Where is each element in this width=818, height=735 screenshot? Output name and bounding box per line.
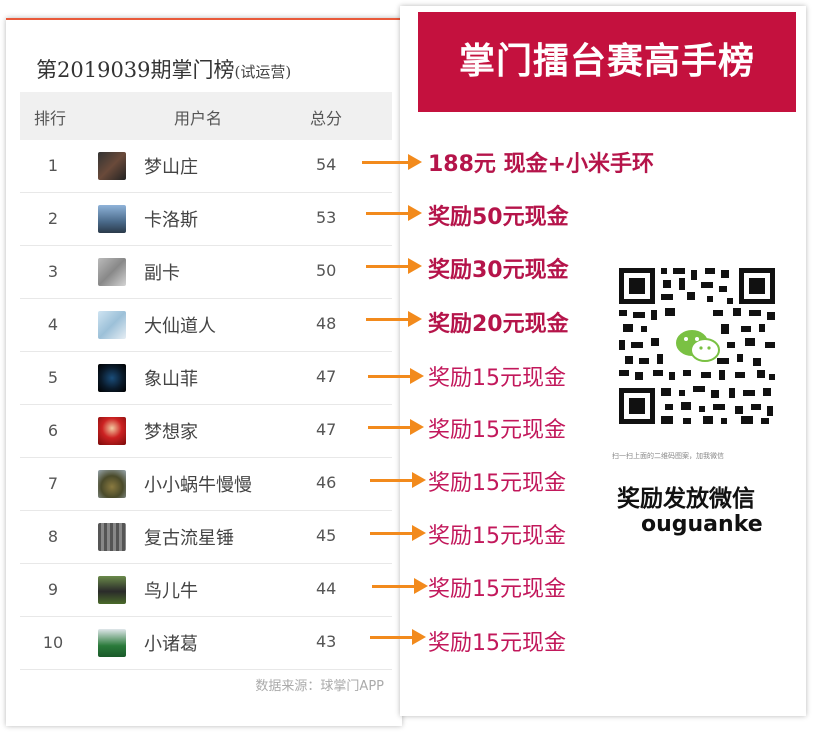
board-title-text: 第2019039期掌门榜 (36, 58, 235, 82)
row-score: 44 (316, 579, 337, 598)
avatar (98, 470, 126, 498)
row-score: 48 (316, 314, 337, 333)
wechat-icon (674, 328, 720, 362)
arrow-icon (366, 205, 422, 221)
reward-label: 奖励50元现金 (428, 205, 569, 230)
row-username: 复古流星锤 (144, 528, 234, 549)
arrow-icon (368, 368, 424, 384)
avatar (98, 523, 126, 551)
avatar (98, 258, 126, 286)
board-title-note: (试运营) (234, 63, 292, 81)
row-username: 副卡 (144, 263, 180, 284)
leaderboard-card: 第2019039期掌门榜(试运营) 排行 用户名 总分 1 梦山庄 54 2 卡… (6, 18, 402, 726)
row-rank: 3 (47, 262, 59, 281)
row-rank: 9 (47, 580, 59, 599)
table-header: 排行 用户名 总分 (20, 92, 392, 140)
reward-label: 奖励20元现金 (428, 312, 569, 337)
row-score: 54 (316, 155, 337, 174)
table-row[interactable]: 9 鸟儿牛 44 (20, 564, 392, 617)
arrow-icon (362, 154, 422, 170)
reward-label: 188元 现金+小米手环 (428, 152, 655, 177)
row-username: 象山菲 (144, 369, 198, 390)
row-username: 小小蜗牛慢慢 (144, 475, 252, 496)
row-rank: 6 (47, 421, 59, 440)
table-row[interactable]: 7 小小蜗牛慢慢 46 (20, 458, 392, 511)
reward-label: 奖励15元现金 (428, 471, 566, 496)
arrow-icon (366, 258, 422, 274)
row-score: 47 (316, 420, 337, 439)
row-username: 大仙道人 (144, 316, 216, 337)
avatar (98, 629, 126, 657)
arrow-icon (368, 419, 424, 435)
table-row[interactable]: 5 象山菲 47 (20, 352, 392, 405)
avatar (98, 417, 126, 445)
wechat-title: 奖励发放微信 (617, 486, 755, 512)
reward-label: 奖励15元现金 (428, 577, 566, 602)
table-row[interactable]: 3 副卡 50 (20, 246, 392, 299)
table-row[interactable]: 4 大仙道人 48 (20, 299, 392, 352)
table-row[interactable]: 1 梦山庄 54 (20, 140, 392, 193)
table-row[interactable]: 8 复古流星锤 45 (20, 511, 392, 564)
row-score: 45 (316, 526, 337, 545)
avatar (98, 364, 126, 392)
reward-label: 奖励15元现金 (428, 524, 566, 549)
avatar (98, 152, 126, 180)
row-username: 梦山庄 (144, 157, 198, 178)
row-rank: 8 (47, 527, 59, 546)
column-rank: 排行 (34, 109, 67, 128)
row-rank: 1 (47, 156, 59, 175)
arrow-icon (366, 311, 422, 327)
arrow-icon (370, 629, 426, 645)
qr-caption: 扫一扫上面的二维码图案，加我微信 (612, 452, 724, 460)
row-username: 鸟儿牛 (144, 581, 198, 602)
row-username: 梦想家 (144, 422, 198, 443)
row-rank: 5 (47, 368, 59, 387)
reward-label: 奖励15元现金 (428, 366, 566, 391)
row-rank: 2 (47, 209, 59, 228)
row-rank: 10 (42, 633, 64, 652)
reward-label: 奖励15元现金 (428, 631, 566, 656)
row-rank: 7 (47, 474, 59, 493)
column-username: 用户名 (174, 109, 223, 128)
arrow-icon (372, 578, 428, 594)
board-title: 第2019039期掌门榜(试运营) (36, 54, 291, 84)
row-score: 43 (316, 632, 337, 651)
promo-banner: 掌门擂台赛高手榜 (418, 12, 796, 112)
arrow-icon (370, 472, 426, 488)
wechat-id: ouguanke (641, 512, 763, 537)
reward-label: 奖励30元现金 (428, 258, 569, 283)
table-row[interactable]: 10 小诸葛 43 (20, 617, 392, 670)
row-username: 小诸葛 (144, 634, 198, 655)
avatar (98, 311, 126, 339)
row-score: 47 (316, 367, 337, 386)
row-score: 50 (316, 261, 337, 280)
avatar (98, 205, 126, 233)
reward-label: 奖励15元现金 (428, 418, 566, 443)
row-rank: 4 (47, 315, 59, 334)
table-row[interactable]: 6 梦想家 47 (20, 405, 392, 458)
row-score: 46 (316, 473, 337, 492)
arrow-icon (370, 525, 426, 541)
data-source-note: 数据来源：球掌门APP (255, 679, 384, 694)
table-row[interactable]: 2 卡洛斯 53 (20, 193, 392, 246)
avatar (98, 576, 126, 604)
column-score: 总分 (310, 109, 343, 128)
row-username: 卡洛斯 (144, 210, 198, 231)
row-score: 53 (316, 208, 337, 227)
